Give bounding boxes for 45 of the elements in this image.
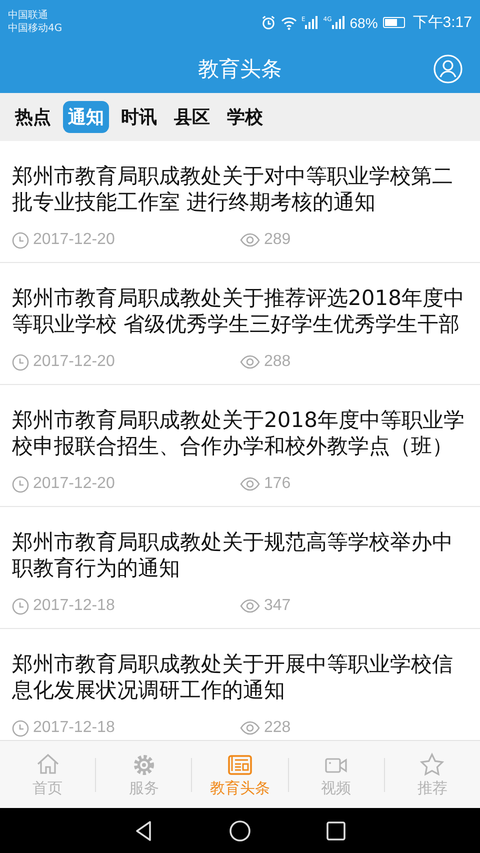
eye-icon bbox=[240, 477, 260, 491]
article-title[interactable]: 郑州市教育局职成教处关于推荐评选2018年度中等职业学校 省级优秀学生三好学生优秀学生干部 bbox=[12, 285, 466, 337]
article-title[interactable]: 郑州市教育局职成教处关于2018年度中等职业学校申报联合招生、合作办学和校外教学点（班） bbox=[12, 407, 466, 459]
article-title[interactable]: 郑州市教育局职成教处关于开展中等职业学校信息化发展状况调研工作的通知 bbox=[12, 651, 466, 703]
clock-icon bbox=[12, 598, 29, 614]
battery-icon bbox=[382, 17, 405, 28]
publish-date: 2017-12-20 bbox=[33, 353, 115, 371]
category-tab[interactable]: 时讯 bbox=[116, 101, 162, 133]
clock-icon bbox=[12, 476, 29, 492]
publish-date: 2017-12-18 bbox=[33, 719, 115, 737]
category-tab[interactable]: 县区 bbox=[169, 101, 215, 133]
view-count: 228 bbox=[264, 719, 291, 737]
article-title[interactable]: 郑州市教育局职成教处关于规范高等学校举办中职教育行为的通知 bbox=[12, 529, 466, 581]
article-title[interactable]: 郑州市教育局职成教处关于对中等职业学校第二批专业技能工作室 进行终期考核的通知 bbox=[12, 163, 466, 215]
back-icon[interactable] bbox=[134, 820, 154, 842]
screen-title: 教育头条 bbox=[198, 56, 282, 83]
view-count: 289 bbox=[264, 231, 291, 249]
clock-icon bbox=[12, 354, 29, 370]
view-count: 288 bbox=[264, 353, 291, 371]
wifi-icon bbox=[280, 16, 296, 30]
home-button-icon[interactable] bbox=[229, 820, 251, 842]
clock-icon bbox=[12, 720, 29, 736]
category-tab[interactable]: 学校 bbox=[222, 101, 268, 133]
alarm-icon bbox=[260, 15, 276, 30]
signal-icon bbox=[332, 16, 345, 29]
carrier-name: 中国联通 bbox=[8, 10, 49, 22]
view-count: 347 bbox=[264, 597, 291, 615]
eye-icon bbox=[240, 599, 260, 613]
publish-date: 2017-12-20 bbox=[33, 231, 115, 249]
star-icon bbox=[419, 752, 446, 776]
recents-icon[interactable] bbox=[326, 820, 346, 840]
battery-percent: 68% bbox=[350, 14, 378, 30]
publish-date: 2017-12-20 bbox=[33, 475, 115, 493]
view-count: 176 bbox=[264, 475, 291, 493]
signal-icon bbox=[305, 16, 318, 29]
eye-icon bbox=[240, 233, 260, 247]
home-icon bbox=[34, 752, 61, 776]
publish-date: 2017-12-18 bbox=[33, 597, 115, 615]
eye-icon bbox=[240, 721, 260, 735]
clock-time: 下午3:17 bbox=[412, 13, 472, 32]
clock-icon bbox=[12, 232, 29, 248]
profile-icon[interactable] bbox=[433, 54, 463, 84]
carrier-name: 中国移动4G bbox=[8, 23, 62, 35]
eye-icon bbox=[240, 355, 260, 369]
category-tab[interactable]: 热点 bbox=[10, 101, 56, 133]
